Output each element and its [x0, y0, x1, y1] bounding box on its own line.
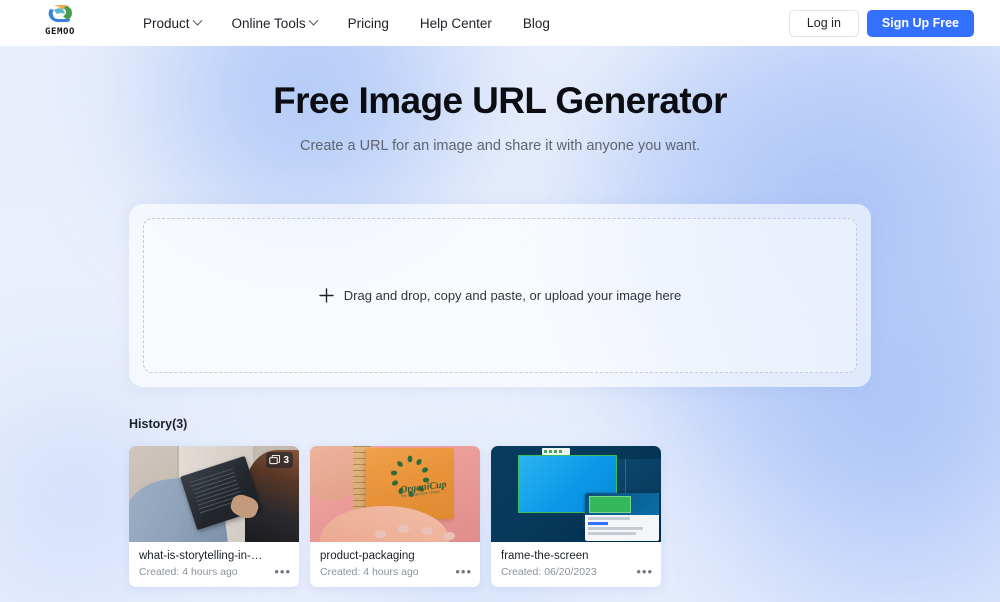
- nav-item-online-tools[interactable]: Online Tools: [231, 15, 319, 31]
- card-title: what-is-storytelling-in-ux-…: [139, 550, 267, 562]
- nav-item-label: Blog: [522, 15, 550, 31]
- chevron-down-icon: [192, 15, 202, 26]
- nav-item-product[interactable]: Product: [143, 15, 202, 31]
- card-title: frame-the-screen: [501, 550, 589, 562]
- dropzone-label: Drag and drop, copy and paste, or upload…: [343, 288, 682, 303]
- nav-item-label: Online Tools: [231, 15, 306, 31]
- thumb-panel-preview: [584, 493, 660, 516]
- card-date: Created: 06/20/2023: [501, 566, 597, 578]
- history-list: 3 what-is-storytelling-in-ux-… Created: …: [129, 446, 661, 587]
- history-label: History(3): [129, 417, 188, 431]
- nav-item-label: Pricing: [347, 15, 389, 31]
- nav-item-help-center[interactable]: Help Center: [420, 16, 492, 31]
- card-meta: frame-the-screen Created: 06/20/2023 •••: [491, 542, 661, 587]
- card-date: Created: 4 hours ago: [139, 566, 238, 578]
- thumb-nail: [444, 532, 456, 541]
- thumb-panel-rows: [585, 515, 660, 539]
- header-actions: Log in Sign Up Free: [788, 0, 974, 46]
- thumb-nail: [374, 530, 386, 539]
- card-more-button[interactable]: •••: [455, 565, 472, 578]
- nav-item-pricing[interactable]: Pricing: [348, 16, 389, 31]
- thumb-panel-row: [587, 522, 609, 526]
- site-header: GEMOO Product Online Tools Pricing Help …: [0, 0, 1000, 46]
- badge-count: 3: [283, 454, 289, 466]
- thumb-preview-panel: [584, 493, 660, 542]
- card-thumbnail[interactable]: OrganiCup the sustainable choice: [310, 446, 480, 542]
- card-date: Created: 4 hours ago: [320, 566, 419, 578]
- dropzone-content: Drag and drop, copy and paste, or upload…: [319, 288, 682, 303]
- hero-section: Free Image URL Generator Create a URL fo…: [0, 78, 1000, 154]
- list-item[interactable]: 3 what-is-storytelling-in-ux-… Created: …: [129, 446, 299, 587]
- image-count-badge: 3: [266, 452, 293, 468]
- card-thumbnail[interactable]: [491, 446, 661, 542]
- gemoo-logo[interactable]: GEMOO: [38, 2, 82, 44]
- thumb-panel-row: [587, 532, 636, 536]
- login-button[interactable]: Log in: [788, 9, 859, 37]
- image-dropzone[interactable]: Drag and drop, copy and paste, or upload…: [143, 218, 857, 373]
- list-item[interactable]: OrganiCup the sustainable choice product…: [310, 446, 480, 587]
- card-meta: what-is-storytelling-in-ux-… Created: 4 …: [129, 542, 299, 587]
- card-more-button[interactable]: •••: [636, 565, 653, 578]
- thumbnail-image: [491, 446, 661, 542]
- nav-item-label: Product: [143, 15, 190, 31]
- stacked-images-icon: [269, 454, 281, 464]
- nav-item-label: Help Center: [419, 15, 492, 31]
- chevron-down-icon: [308, 15, 319, 26]
- card-meta: product-packaging Created: 4 hours ago •…: [310, 542, 480, 587]
- card-title: product-packaging: [320, 550, 415, 562]
- gemoo-logo-icon: [48, 5, 72, 22]
- page-subtitle: Create a URL for an image and share it w…: [299, 138, 701, 154]
- main-nav: Product Online Tools Pricing Help Center…: [143, 0, 550, 46]
- card-more-button[interactable]: •••: [274, 565, 291, 578]
- nav-item-blog[interactable]: Blog: [523, 16, 550, 31]
- thumb-panel-row: [587, 517, 631, 521]
- thumb-panel-row: [587, 527, 643, 531]
- upload-card: Drag and drop, copy and paste, or upload…: [129, 204, 871, 387]
- signup-button[interactable]: Sign Up Free: [866, 9, 974, 37]
- card-thumbnail[interactable]: 3: [129, 446, 299, 542]
- page-title: Free Image URL Generator: [273, 80, 727, 121]
- plus-icon: [319, 288, 334, 303]
- thumbnail-image: OrganiCup the sustainable choice: [310, 446, 480, 542]
- logo-wordmark: GEMOO: [44, 27, 76, 37]
- list-item[interactable]: frame-the-screen Created: 06/20/2023 •••: [491, 446, 661, 587]
